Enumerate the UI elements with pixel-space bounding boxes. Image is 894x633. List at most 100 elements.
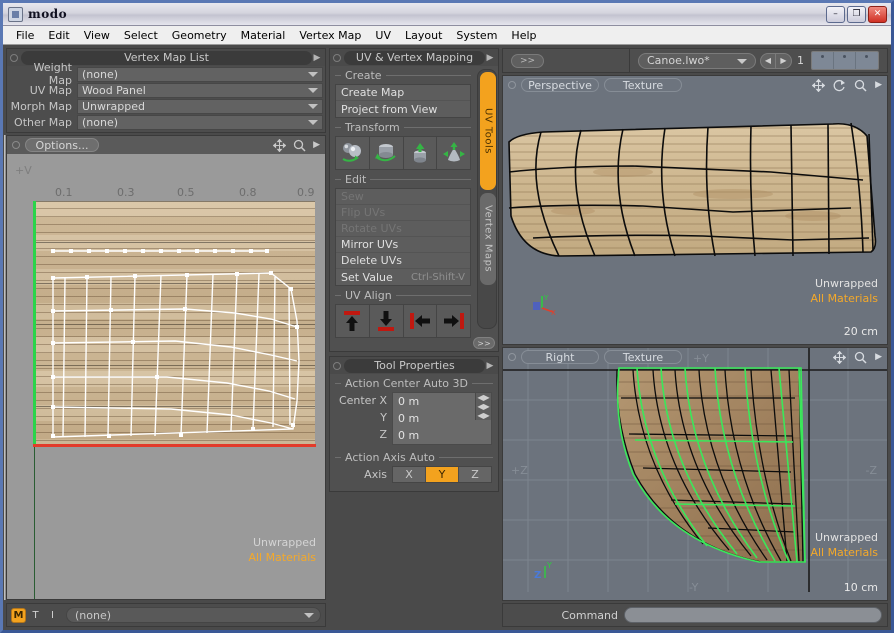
uv-move-tool[interactable] [336,137,370,169]
menu-view[interactable]: View [77,28,117,43]
align-bottom-button[interactable] [370,305,404,337]
center-x-stepper[interactable]: ◀▶ [475,393,491,402]
center-y-input[interactable]: 0 m [393,410,475,427]
panel-handle-icon[interactable] [508,81,516,89]
toggle-texture[interactable]: T [28,608,43,623]
mirror-uvs-button[interactable]: Mirror UVs [336,237,470,253]
uv-falloff-tool-icon [442,142,465,162]
right-viewport[interactable]: +Z -Z +Y -Y Z Y Unwrapped All Materials … [502,347,888,601]
other-map-dropdown[interactable]: (none) [77,114,323,130]
align-right-button[interactable] [437,305,470,337]
axis-x-button[interactable]: X [393,467,426,482]
uv-rotate-tool[interactable] [370,137,404,169]
menu-layout[interactable]: Layout [398,28,449,43]
uv-map-label: UV Map [29,83,72,97]
align-top-button[interactable] [336,305,370,337]
uv-scale-tool[interactable] [404,137,438,169]
menu-material[interactable]: Material [234,28,293,43]
menu-uv[interactable]: UV [368,28,398,43]
pan-icon[interactable] [273,138,287,152]
weight-map-dropdown[interactable]: (none) [77,66,323,82]
panel-handle-icon[interactable] [12,141,20,149]
center-y-stepper[interactable]: ◀▶ [475,402,491,411]
chevron-down-icon [304,613,314,618]
center-z-stepper[interactable]: ◀▶ [475,411,491,420]
tab-vertex-maps[interactable]: Vertex Maps [480,193,496,285]
toolbar-left-segment: >> [503,49,630,72]
menu-select[interactable]: Select [117,28,165,43]
uv-tick: 0.5 [177,186,195,199]
right-shading-selector[interactable]: Texture [604,350,682,364]
menu-help[interactable]: Help [504,28,543,43]
zoom-icon[interactable] [293,139,306,152]
chevron-right-icon[interactable]: ▶ [485,361,495,371]
panel-expand-button[interactable]: >> [473,337,495,349]
uv-falloff-tool[interactable] [437,137,470,169]
perspective-canvas[interactable]: Y X Unwrapped All Materials 20 cm [503,76,887,344]
action-center-label: Action Center Auto 3D [335,377,493,390]
toolbar-expand-button[interactable]: >> [511,53,545,68]
tab-uv-tools[interactable]: UV Tools [480,72,496,190]
center-x-input[interactable]: 0 m [393,393,475,410]
project-from-view-button[interactable]: Project from View [336,101,470,117]
menu-vertex-map[interactable]: Vertex Map [292,28,368,43]
material-dropdown[interactable]: (none) [66,607,321,623]
minimize-button[interactable]: – [826,5,845,23]
chevron-right-icon[interactable]: ▶ [485,53,495,63]
app-icon [8,6,23,22]
set-value-button[interactable]: Set Value Ctrl-Shift-V [336,269,470,285]
axis-z-button[interactable]: Z [459,467,491,482]
transform-tool-row [335,136,471,170]
uv-canvas[interactable]: +V 0.1 0.3 0.5 0.8 0.9 Unwrapped All Mat… [7,154,325,599]
center-z-input[interactable]: 0 m [393,427,475,444]
pan-icon[interactable] [812,78,826,92]
uv-map-dropdown[interactable]: Wood Panel [77,82,323,98]
align-left-button[interactable] [404,305,438,337]
right-status-material: All Materials [810,546,878,559]
close-button[interactable]: ✕ [868,5,887,23]
panel-handle-icon[interactable] [333,361,341,370]
axis-y-button[interactable]: Y [426,467,459,482]
layer-slot[interactable] [812,52,834,69]
rotate-icon[interactable] [833,79,846,92]
perspective-shading-selector[interactable]: Texture [604,78,682,92]
uv-mapping-title: UV & Vertex Mapping [344,50,485,65]
panel-handle-icon[interactable] [333,53,341,62]
maximize-button[interactable]: ❐ [847,5,866,23]
uv-options-button[interactable]: Options... [25,138,99,152]
layer-next-button[interactable]: ▶ [776,52,792,69]
scene-file-dropdown[interactable]: Canoe.lwo* [638,52,756,69]
menu-file[interactable]: File [9,28,41,43]
layer-slot[interactable] [834,52,856,69]
toggle-material[interactable]: M [11,607,26,623]
perspective-view-selector[interactable]: Perspective [521,78,599,92]
toggle-image[interactable]: I [45,608,60,623]
morph-map-dropdown[interactable]: Unwrapped [77,98,323,114]
right-view-selector[interactable]: Right [521,350,599,364]
menu-edit[interactable]: Edit [41,28,76,43]
layer-slot[interactable] [856,52,878,69]
vertex-map-row: Other Map (none) [9,114,323,130]
chevron-right-icon[interactable]: ▶ [875,80,882,90]
create-map-button[interactable]: Create Map [336,85,470,101]
zoom-icon[interactable] [854,79,867,92]
align-right-icon [443,313,464,329]
delete-uvs-button[interactable]: Delete UVs [336,253,470,269]
scene-file-name: Canoe.lwo* [647,54,710,67]
command-input[interactable] [624,607,882,623]
pan-icon[interactable] [833,350,847,364]
right-view-canvas[interactable]: +Z -Z +Y -Y Z Y Unwrapped All Materials … [503,348,887,600]
chevron-right-icon[interactable]: ▶ [312,53,322,63]
uv-editor-panel: Options... ▶ +V 0.1 0.3 0.5 0.8 0.9 Unwr… [6,135,326,600]
layer-slot-grid[interactable] [811,51,879,70]
menu-system[interactable]: System [449,28,504,43]
layer-prev-button[interactable]: ◀ [760,52,776,69]
panel-handle-icon[interactable] [508,353,516,361]
zoom-icon[interactable] [854,351,867,364]
perspective-viewport[interactable]: Y X Unwrapped All Materials 20 cm Perspe… [502,75,888,345]
menu-geometry[interactable]: Geometry [165,28,234,43]
sew-button: Sew [336,189,470,205]
chevron-right-icon[interactable]: ▶ [313,140,320,150]
toolbar-scene-segment: Canoe.lwo* ◀ ▶ 1 [630,49,887,72]
chevron-right-icon[interactable]: ▶ [875,352,882,362]
